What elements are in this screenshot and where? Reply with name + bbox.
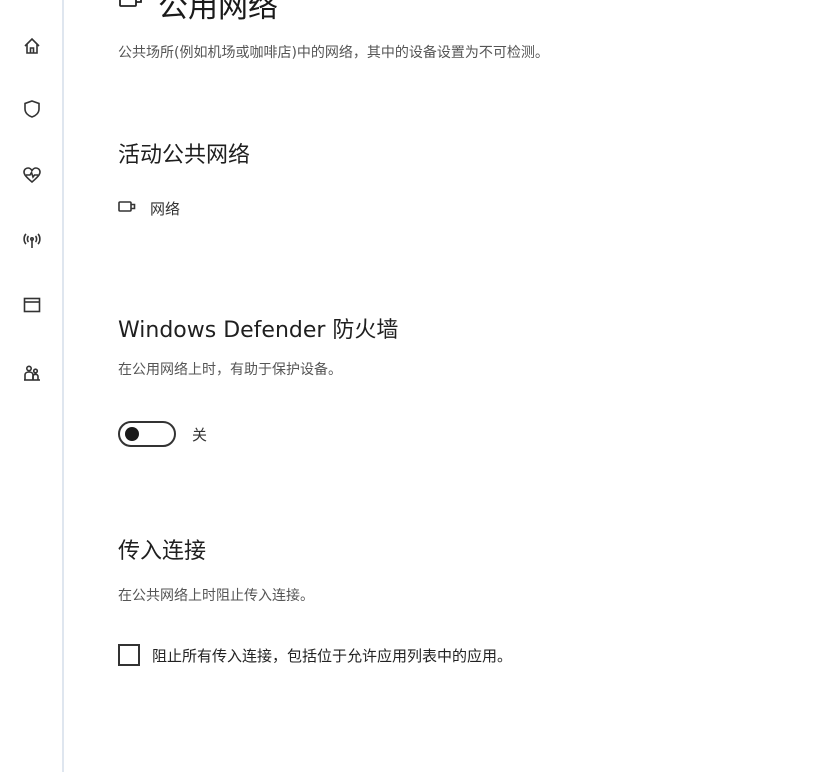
firewall-title: Windows Defender 防火墙 — [118, 318, 399, 343]
page-title: 公用网络 — [118, 0, 278, 26]
family-icon[interactable] — [20, 361, 44, 385]
active-network-title: 活动公共网络 — [118, 143, 251, 168]
wifi-signal-icon[interactable] — [20, 229, 44, 253]
public-network-icon — [118, 0, 144, 22]
page-title-text: 公用网络 — [158, 0, 278, 25]
network-name: 网络 — [150, 200, 181, 218]
firewall-toggle-row: 关 — [118, 421, 207, 447]
firewall-toggle[interactable] — [118, 421, 176, 447]
active-network-item: 网络 — [118, 198, 180, 219]
incoming-connections-description: 在公共网络上时阻止传入连接。 — [118, 588, 314, 604]
block-incoming-row: 阻止所有传入连接，包括位于允许应用列表中的应用。 — [118, 644, 512, 666]
block-incoming-checkbox[interactable] — [118, 644, 140, 666]
page-description: 公共场所(例如机场或咖啡店)中的网络，其中的设备设置为不可检测。 — [118, 45, 549, 61]
app-browser-icon[interactable] — [20, 293, 44, 317]
block-incoming-label[interactable]: 阻止所有传入连接，包括位于允许应用列表中的应用。 — [152, 645, 512, 666]
heart-pulse-icon[interactable] — [20, 163, 44, 187]
firewall-description: 在公用网络上时，有助于保护设备。 — [118, 362, 342, 378]
firewall-toggle-state: 关 — [192, 425, 208, 444]
network-icon — [118, 200, 136, 218]
sidebar — [0, 0, 64, 772]
home-icon[interactable] — [20, 34, 44, 58]
incoming-connections-title: 传入连接 — [118, 539, 207, 564]
shield-icon[interactable] — [20, 97, 44, 121]
toggle-knob — [125, 427, 139, 441]
